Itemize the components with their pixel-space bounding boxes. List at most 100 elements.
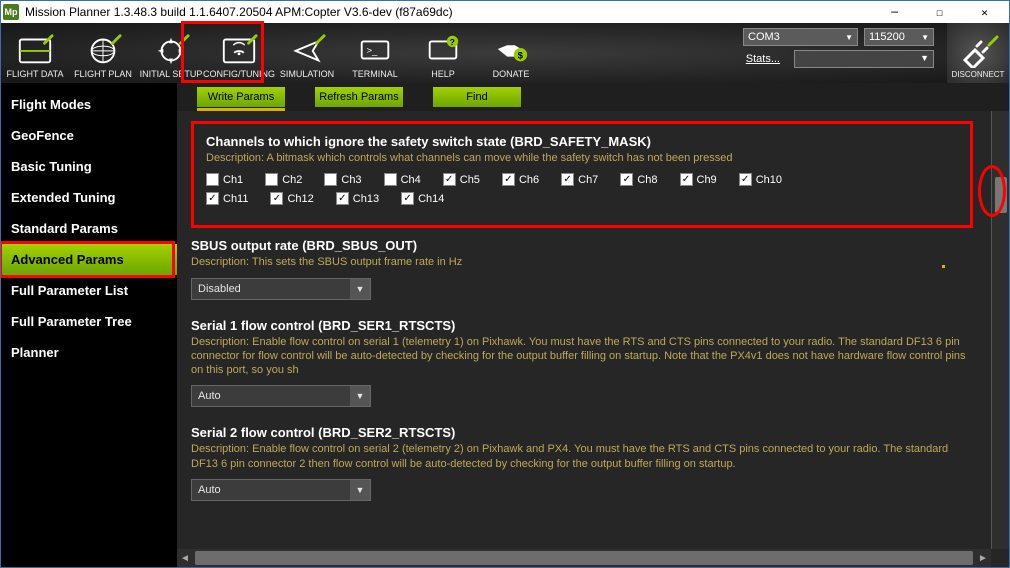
param-title: SBUS output rate (BRD_SBUS_OUT) xyxy=(191,238,973,253)
terminal-icon: >_ xyxy=(355,31,395,67)
checkbox-label: Ch8 xyxy=(637,174,657,186)
simulation-tab[interactable]: SIMULATION xyxy=(273,23,341,83)
checkbox-label: Ch9 xyxy=(697,174,717,186)
chevron-down-icon: ▼ xyxy=(350,279,370,299)
checkbox-icon: ✓ xyxy=(561,173,574,186)
refresh-params-button[interactable]: Refresh Params xyxy=(315,87,403,107)
toolbar-search[interactable]: ▼ xyxy=(794,50,934,68)
chevron-down-icon: ▼ xyxy=(350,386,370,406)
sidebar-item-basic-tuning[interactable]: Basic Tuning xyxy=(1,151,177,182)
param-description: Description: This sets the SBUS output f… xyxy=(191,255,973,269)
config-tuning-tab[interactable]: CONFIG/TUNING xyxy=(205,23,273,83)
horizontal-scrollbar[interactable]: ◄ ► xyxy=(177,549,991,567)
sidebar-item-advanced-params[interactable]: Advanced Params xyxy=(1,244,177,275)
checkbox-label: Ch11 xyxy=(223,193,248,205)
scroll-left-button[interactable]: ◄ xyxy=(177,553,193,564)
sidebar-item-extended-tuning[interactable]: Extended Tuning xyxy=(1,182,177,213)
scrollbar-thumb[interactable] xyxy=(995,177,1007,213)
checkbox-label: Ch1 xyxy=(223,174,243,186)
chevron-down-icon: ▼ xyxy=(350,480,370,500)
help-tab[interactable]: ?HELP xyxy=(409,23,477,83)
sidebar-item-full-parameter-tree[interactable]: Full Parameter Tree xyxy=(1,306,177,337)
param-title: Serial 2 flow control (BRD_SER2_RTSCTS) xyxy=(191,425,973,440)
channel-checkbox[interactable]: Ch2 xyxy=(265,173,302,186)
donate-icon: $ xyxy=(491,31,531,67)
checkbox-icon xyxy=(206,173,219,186)
param-viewport: Channels to which ignore the safety swit… xyxy=(177,111,1009,567)
checkbox-icon: ✓ xyxy=(680,173,693,186)
checkbox-icon: ✓ xyxy=(401,192,414,205)
write-params-button[interactable]: Write Params xyxy=(197,87,285,107)
channel-checkbox[interactable]: Ch3 xyxy=(324,173,361,186)
donate-tab[interactable]: $DONATE xyxy=(477,23,545,83)
checkbox-label: Ch3 xyxy=(341,174,361,186)
param-list: Channels to which ignore the safety swit… xyxy=(177,111,989,549)
channel-checkbox[interactable]: ✓ Ch14 xyxy=(401,192,444,205)
annotation-dot xyxy=(942,265,945,268)
param-description: Description: Enable flow control on seri… xyxy=(191,335,973,378)
checkbox-icon: ✓ xyxy=(739,173,752,186)
checkbox-label: Ch5 xyxy=(460,174,480,186)
checkbox-icon: ✓ xyxy=(336,192,349,205)
flight-data-tab[interactable]: FLIGHT DATA xyxy=(1,23,69,83)
chevron-down-icon: ▼ xyxy=(920,53,929,63)
help-icon: ? xyxy=(423,31,463,67)
channel-checkbox[interactable]: ✓Ch6 xyxy=(502,173,539,186)
sidebar-item-full-parameter-list[interactable]: Full Parameter List xyxy=(1,275,177,306)
channel-checkbox[interactable]: ✓Ch12 xyxy=(270,192,313,205)
plug-icon xyxy=(957,34,999,70)
sidebar: Flight Modes GeoFence Basic Tuning Exten… xyxy=(1,83,177,567)
checkbox-icon xyxy=(384,173,397,186)
sidebar-item-standard-params[interactable]: Standard Params xyxy=(1,213,177,244)
content-pane: Write Params Refresh Params Find Channel… xyxy=(177,83,1009,567)
find-button[interactable]: Find xyxy=(433,87,521,107)
checkbox-icon xyxy=(265,173,278,186)
window-title: Mission Planner 1.3.48.3 build 1.1.6407.… xyxy=(25,5,872,19)
checkbox-label: Ch7 xyxy=(578,174,598,186)
channel-checkbox[interactable]: ✓ Ch13 xyxy=(336,192,379,205)
action-row: Write Params Refresh Params Find xyxy=(177,83,1009,111)
vertical-scrollbar[interactable] xyxy=(991,111,1009,549)
sidebar-item-planner[interactable]: Planner xyxy=(1,337,177,368)
channel-checkbox[interactable]: ✓ Ch5 xyxy=(443,173,480,186)
channel-checkbox[interactable]: ✓Ch10 xyxy=(739,173,782,186)
titlebar: Mp Mission Planner 1.3.48.3 build 1.1.64… xyxy=(1,1,1009,23)
param-value-select[interactable]: Disabled▼ xyxy=(191,278,371,300)
sidebar-item-flight-modes[interactable]: Flight Modes xyxy=(1,89,177,120)
baud-select[interactable]: 115200▼ xyxy=(864,28,934,46)
simulation-icon xyxy=(287,31,327,67)
channel-checkbox[interactable]: Ch1 xyxy=(206,173,243,186)
sidebar-item-geofence[interactable]: GeoFence xyxy=(1,120,177,151)
stats-link[interactable]: Stats... xyxy=(746,53,780,65)
channel-checkbox[interactable]: ✓ Ch9 xyxy=(680,173,717,186)
scrollbar-track[interactable] xyxy=(195,551,973,565)
channel-checkbox[interactable]: Ch4 xyxy=(384,173,421,186)
channel-checkbox[interactable]: ✓ Ch7 xyxy=(561,173,598,186)
param-value-select[interactable]: Auto▼ xyxy=(191,479,371,501)
terminal-tab[interactable]: >_TERMINAL xyxy=(341,23,409,83)
checkbox-label: Ch2 xyxy=(282,174,302,186)
svg-text:?: ? xyxy=(450,37,455,47)
param-brd-ser1-rtscts: Serial 1 flow control (BRD_SER1_RTSCTS) … xyxy=(191,318,973,408)
disconnect-button[interactable]: DISCONNECT xyxy=(947,23,1009,83)
main-toolbar: FLIGHT DATA FLIGHT PLAN INITIAL SETUP CO… xyxy=(1,23,1009,83)
config-tuning-icon xyxy=(219,31,259,67)
initial-setup-tab[interactable]: INITIAL SETUP xyxy=(137,23,205,83)
close-button[interactable]: ✕ xyxy=(962,2,1007,22)
checkbox-icon: ✓ xyxy=(206,192,219,205)
port-select[interactable]: COM3▼ xyxy=(743,28,858,46)
flight-plan-tab[interactable]: FLIGHT PLAN xyxy=(69,23,137,83)
param-title: Serial 1 flow control (BRD_SER1_RTSCTS) xyxy=(191,318,973,333)
channel-checkbox[interactable]: ✓Ch8 xyxy=(620,173,657,186)
checkbox-icon: ✓ xyxy=(443,173,456,186)
minimize-button[interactable]: ─ xyxy=(872,2,917,22)
param-value-select[interactable]: Auto▼ xyxy=(191,385,371,407)
channel-checkbox[interactable]: ✓ Ch11 xyxy=(206,192,248,205)
param-description: Description: A bitmask which controls wh… xyxy=(206,151,958,165)
checkbox-label: Ch13 xyxy=(353,193,379,205)
param-title: Channels to which ignore the safety swit… xyxy=(206,134,958,149)
svg-text:$: $ xyxy=(518,51,524,62)
checkbox-label: Ch14 xyxy=(418,193,444,205)
maximize-button[interactable]: ☐ xyxy=(917,2,962,22)
scroll-right-button[interactable]: ► xyxy=(975,553,991,564)
